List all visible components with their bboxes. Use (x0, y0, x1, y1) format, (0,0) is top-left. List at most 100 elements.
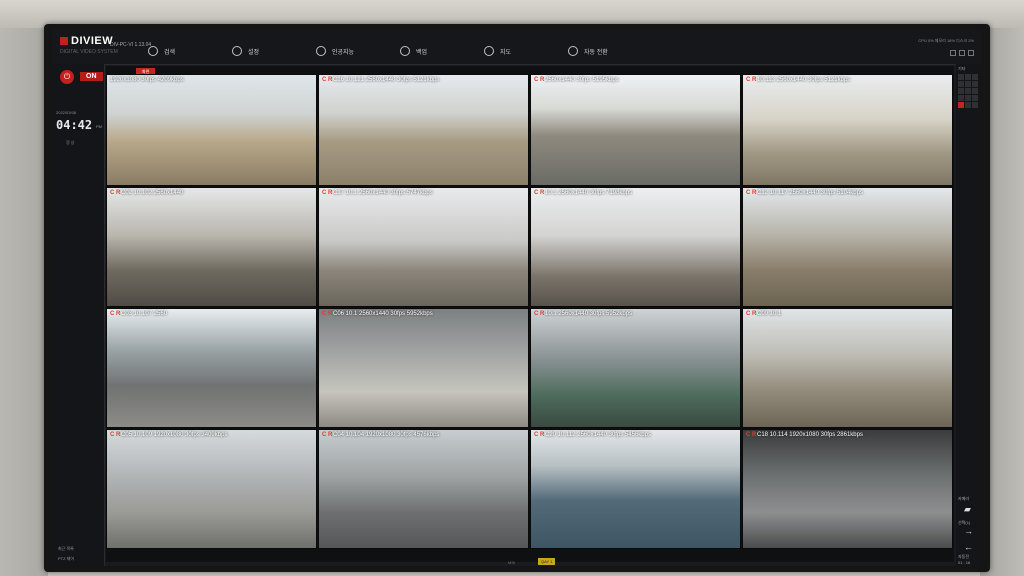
menu-search-label: 검색 (164, 49, 176, 56)
recording-indicator: C R (746, 311, 757, 317)
camera-caption: C04 10.104 1920x1080 30fps 4576kbps (333, 432, 440, 438)
camera-caption: C16 10.121 2560x1440 30fps 5121kbps (333, 77, 440, 83)
right-panel-label: 기타 (958, 66, 966, 71)
recording-on-toggle[interactable]: ON (80, 72, 103, 81)
layout-option[interactable] (972, 74, 978, 80)
recording-indicator: C R (110, 432, 121, 438)
camera-caption: C12 10.117 2560x1440 30fps 5104kbps (757, 190, 863, 196)
camera-tile[interactable]: C R 10.113 2560x1440 30fps 5121kbps (742, 74, 953, 186)
menu-backup[interactable]: 백업 (400, 44, 484, 58)
close-button[interactable] (968, 50, 974, 56)
camera-tile[interactable]: C R C18 10.114 1920x1080 30fps 2861kbps (742, 429, 953, 549)
camera-tile[interactable]: C R C17 10.1 2560x1440 30fps 5747kbps (318, 187, 529, 307)
recording-indicator: C R (110, 190, 121, 196)
camera-tile[interactable]: 1920x1080 30fps 4209kbps (106, 74, 317, 186)
recent-list-button[interactable]: 최근 목록 (58, 546, 74, 552)
logo-subtitle: DIGITAL VIDEO SYSTEM (60, 49, 118, 55)
monitor-sticker: QAY 1 (538, 558, 556, 565)
arrow-left-icon[interactable]: ← (964, 542, 973, 552)
recording-indicator: C R (322, 311, 333, 317)
layout-option[interactable] (965, 102, 971, 108)
layout-option[interactable] (972, 102, 978, 108)
camera-caption: 10.1 2560x1440 30fps 7198kbps (545, 190, 633, 196)
recording-indicator: C R (534, 432, 545, 438)
recording-indicator: C R (534, 311, 545, 317)
camera-tile[interactable]: C R C04 10.104 1920x1080 30fps 4576kbps (318, 429, 529, 549)
current-date: 2022/03/08 (56, 110, 77, 115)
camera-label: 카메라 (958, 496, 970, 501)
layout-option[interactable] (965, 81, 971, 87)
layout-option[interactable] (958, 95, 964, 101)
wall-left (0, 28, 48, 576)
camera-tile[interactable]: C R C05 10.109 1920x1080 30fps 3409kbps (106, 429, 317, 549)
camera-tile[interactable]: C R C03 10.107 2560 (106, 308, 317, 428)
camera-tile[interactable]: C R 2560x1440 30fps 5195kbps (530, 74, 741, 186)
recording-indicator: C R (110, 311, 121, 317)
menu-settings[interactable]: 설정 (232, 44, 316, 58)
logo-text: DIVIEW (71, 35, 114, 47)
page-indicator: 01 : 16 (958, 560, 971, 565)
recording-indicator: C R (746, 77, 757, 83)
camera-icon[interactable]: ▰ (964, 504, 971, 515)
layout-option[interactable] (972, 95, 978, 101)
system-status: CPU 0% 메모리 18% 디스크 2% (918, 38, 974, 43)
camera-caption: C03 10.107 2560 (121, 311, 168, 317)
arrow-right-icon[interactable]: → (964, 526, 973, 536)
layout-selector (958, 74, 980, 108)
layout-option-selected[interactable] (958, 102, 964, 108)
camera-caption: C18 10.114 1920x1080 30fps 2861kbps (757, 432, 863, 438)
recording-indicator: C R (322, 77, 333, 83)
vms-screen: DIVIEW DIGITAL VIDEO SYSTEM DIV-PC-VI 1.… (52, 30, 982, 566)
camera-tile[interactable]: C R 10.1 2560x1440 30fps 7198kbps (530, 187, 741, 307)
layout-option[interactable] (965, 74, 971, 80)
camera-tile[interactable]: C R 10.1 2560x1440 30fps 5952kbps (530, 308, 741, 428)
power-icon[interactable]: ⏻ (60, 70, 74, 84)
recording-indicator: C R (322, 432, 333, 438)
camera-caption: 2560x1440 30fps 5195kbps (545, 77, 619, 83)
camera-tile[interactable]: C R C20 10.112 2560x1440 30fps 5456kbps (530, 429, 741, 549)
camera-caption: C17 10.1 2560x1440 30fps 5747kbps (333, 190, 433, 196)
menu-settings-label: 설정 (248, 49, 260, 56)
menu-map[interactable]: 지도 (484, 44, 568, 58)
camera-caption: 10.113 2560x1440 30fps 5121kbps (757, 77, 851, 83)
current-time: 04:42 (56, 118, 93, 132)
camera-tile[interactable]: C R C16 10.121 2560x1440 30fps 5121kbps (318, 74, 529, 186)
recording-indicator: C R (322, 190, 333, 196)
camera-caption: C06 10.1 2560x1440 30fps 5952kbps (333, 311, 433, 317)
layout-option[interactable] (965, 95, 971, 101)
menu-ai-label: 인공지능 (332, 49, 355, 56)
camera-tile[interactable]: C R C09 10.1 (742, 308, 953, 428)
right-panel: 기타 카메라 ▰ 선택(1) → ← 자동전 01 : 16 (956, 64, 982, 566)
app-logo: DIVIEW (60, 35, 113, 47)
search-icon (148, 46, 158, 56)
camera-caption: C20 10.112 2560x1440 30fps 5456kbps (545, 432, 651, 438)
map-pin-icon (484, 46, 494, 56)
layout-option[interactable] (972, 88, 978, 94)
app-version: DIV-PC-VI 1.13.04 (110, 42, 152, 48)
menu-auto-switch[interactable]: 자동 전환 (568, 44, 652, 58)
time-ampm: PM (96, 124, 102, 129)
camera-tile[interactable]: C R C06 10.1 2560x1440 30fps 5952kbps (318, 308, 529, 428)
menu-ai[interactable]: 인공지능 (316, 44, 400, 58)
ai-icon (316, 46, 326, 56)
minimize-button[interactable] (950, 50, 956, 56)
monitor-brand: MSI (508, 560, 516, 565)
camera-caption: 1920x1080 30fps 4209kbps (110, 77, 184, 83)
layout-option[interactable] (958, 88, 964, 94)
layout-option[interactable] (958, 74, 964, 80)
layout-option[interactable] (972, 81, 978, 87)
menu-search[interactable]: 검색 (148, 44, 232, 58)
layout-option[interactable] (965, 88, 971, 94)
layout-option[interactable] (958, 81, 964, 87)
ptz-control-button[interactable]: PTZ 제어 (58, 556, 74, 562)
recording-indicator: C R (534, 77, 545, 83)
camera-caption: C05 10.109 1920x1080 30fps 3409kbps (121, 432, 228, 438)
menu-auto-switch-label: 자동 전환 (584, 49, 608, 56)
recording-indicator: C R (746, 190, 757, 196)
window-controls (950, 50, 974, 56)
camera-tile[interactable]: C R C12 10.117 2560x1440 30fps 5104kbps (742, 187, 953, 307)
auto-switch-icon (568, 46, 578, 56)
camera-caption: 10.1 2560x1440 30fps 5952kbps (545, 311, 633, 317)
maximize-button[interactable] (959, 50, 965, 56)
camera-tile[interactable]: C R C02 10.102 2560x1440 (106, 187, 317, 307)
